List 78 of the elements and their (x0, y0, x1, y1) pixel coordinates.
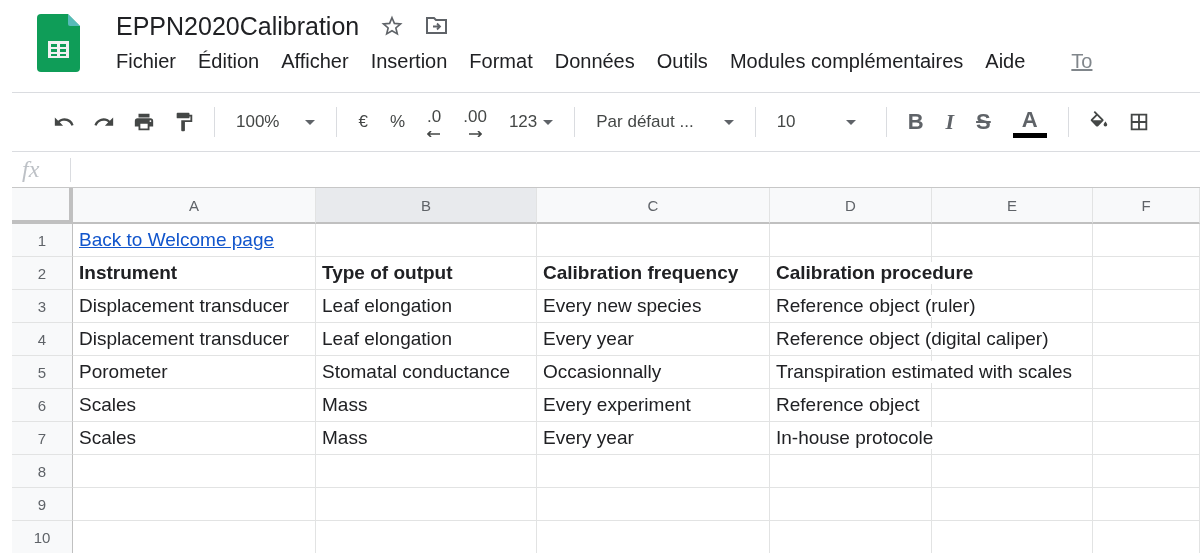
row-number[interactable]: 2 (12, 257, 73, 290)
star-icon[interactable] (381, 15, 404, 37)
text-color-button[interactable]: A (1006, 106, 1053, 138)
increase-decimals-button[interactable]: .00 (457, 103, 493, 141)
cell-text: Calibration procedure (776, 262, 975, 284)
empty-cell[interactable] (537, 224, 770, 257)
bold-button[interactable]: B (901, 105, 930, 139)
empty-cell[interactable] (316, 488, 537, 521)
formula-label: fx (21, 156, 41, 183)
empty-cell[interactable] (316, 455, 537, 488)
document-title[interactable]: EPPN2020Calibration (116, 11, 360, 41)
row-number[interactable]: 1 (12, 224, 73, 257)
empty-cell[interactable] (770, 488, 932, 521)
caret-icon (543, 119, 554, 125)
strikethrough-button[interactable]: S (970, 105, 997, 139)
row-number[interactable]: 8 (12, 455, 73, 488)
save-status-link[interactable]: To (1071, 50, 1093, 73)
right-arrow-icon (468, 130, 483, 137)
menu-item[interactable]: Outils (656, 50, 708, 73)
select-all-corner[interactable] (12, 188, 73, 224)
column-header[interactable]: D (770, 188, 932, 224)
menu-item[interactable]: Afficher (281, 50, 349, 73)
caret-icon (845, 119, 856, 125)
empty-cell[interactable] (932, 455, 1093, 488)
empty-cell[interactable] (1093, 257, 1200, 290)
number-format-dropdown[interactable]: 123 (502, 108, 560, 136)
empty-cell[interactable] (1093, 389, 1200, 422)
column-header[interactable]: B (316, 188, 537, 224)
cell-text: Reference object (digital caliper) (776, 328, 1050, 350)
decrease-decimals-button[interactable]: .0 (421, 103, 448, 141)
percent-button[interactable]: % (383, 108, 412, 136)
row-number[interactable]: 9 (12, 488, 73, 521)
empty-cell[interactable] (537, 488, 770, 521)
empty-cell[interactable] (770, 224, 932, 257)
menu-item[interactable]: Données (554, 50, 635, 73)
caret-icon (723, 119, 734, 125)
menu-item[interactable]: Fichier (116, 50, 176, 73)
column-header[interactable]: A (73, 188, 316, 224)
empty-cell[interactable] (1093, 422, 1200, 455)
empty-cell[interactable] (932, 488, 1093, 521)
row-number[interactable]: 5 (12, 356, 73, 389)
menu-item[interactable]: Format (469, 50, 533, 73)
empty-cell[interactable] (932, 224, 1093, 257)
menu-item[interactable]: Modules complémentaires (729, 50, 964, 73)
empty-cell[interactable] (770, 455, 932, 488)
empty-cell[interactable] (1093, 290, 1200, 323)
cell-text: Reference object (ruler) (776, 295, 977, 317)
row-number[interactable]: 3 (12, 290, 73, 323)
empty-cell[interactable] (932, 389, 1093, 422)
cell-text: In-house protocole (776, 427, 935, 449)
empty-cell[interactable] (1093, 455, 1200, 488)
column-header[interactable]: E (932, 188, 1093, 224)
menu-item[interactable]: Insertion (370, 50, 448, 73)
cell-text: Transpiration estimated with scales (776, 361, 1074, 383)
currency-button[interactable]: € (352, 108, 374, 136)
empty-cell[interactable] (932, 422, 1093, 455)
zoom-dropdown[interactable]: 100% (230, 108, 322, 136)
column-header[interactable]: C (537, 188, 770, 224)
empty-cell[interactable] (316, 224, 537, 257)
row-number[interactable]: 4 (12, 323, 73, 356)
move-folder-icon[interactable] (425, 16, 450, 36)
font-size-dropdown[interactable]: 10 (770, 108, 871, 136)
column-header[interactable]: F (1093, 188, 1200, 224)
empty-cell[interactable] (1093, 488, 1200, 521)
row-number[interactable]: 7 (12, 422, 73, 455)
menu-item[interactable]: Édition (198, 50, 260, 73)
caret-icon (305, 119, 316, 125)
menu-item[interactable]: Aide (985, 50, 1026, 73)
italic-button[interactable]: I (939, 105, 961, 139)
empty-cell[interactable] (537, 455, 770, 488)
left-arrow-icon (427, 130, 442, 137)
font-dropdown[interactable]: Par défaut ... (590, 108, 740, 136)
sheets-logo[interactable] (37, 14, 80, 72)
empty-cell[interactable] (1093, 356, 1200, 389)
empty-cell[interactable] (1093, 224, 1200, 257)
empty-cell[interactable] (1093, 323, 1200, 356)
row-number[interactable]: 6 (12, 389, 73, 422)
row-number[interactable]: 10 (12, 521, 73, 553)
